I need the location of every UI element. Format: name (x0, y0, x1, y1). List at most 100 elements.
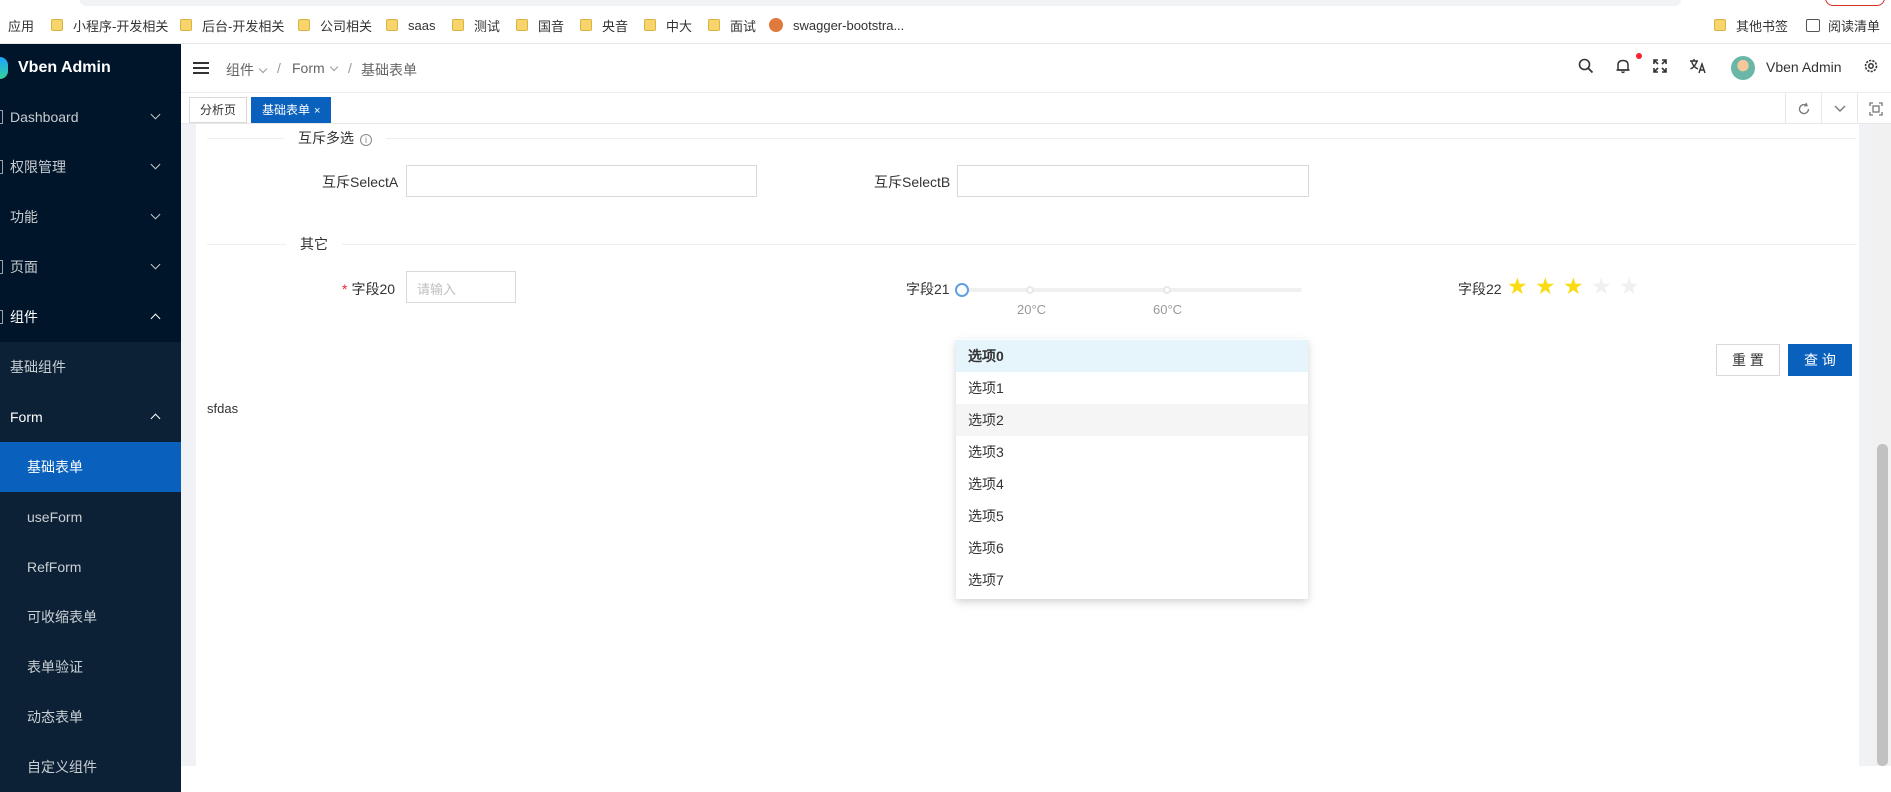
dropdown-option[interactable]: 选项1 (956, 372, 1308, 404)
slider-mark-label: 60°C (1153, 302, 1183, 317)
browser-update-button[interactable] (1825, 0, 1885, 6)
search-button[interactable]: 查 询 (1788, 344, 1852, 376)
folder-icon (298, 19, 310, 31)
chevron-down-icon (329, 62, 338, 71)
refresh-icon[interactable] (1785, 93, 1821, 124)
bookmark-folder[interactable]: 国音 (516, 15, 564, 35)
bell-icon[interactable] (1613, 58, 1633, 78)
select-b-input[interactable] (957, 165, 1309, 197)
slider-rail[interactable] (962, 288, 1302, 292)
bookmark-folder[interactable]: 中大 (644, 15, 692, 35)
folder-icon (51, 19, 63, 31)
bookmark-folder[interactable]: 公司相关 (298, 15, 372, 35)
folder-icon (708, 19, 720, 31)
dropdown-option[interactable]: 选项7 (956, 564, 1308, 596)
sidebar-item-basic-components[interactable]: 基础组件 (0, 342, 181, 392)
reading-list[interactable]: 阅读清单 (1806, 15, 1880, 35)
sidebar-item-basic-form[interactable]: 基础表单 (0, 442, 181, 492)
sidebar: Vben Admin Dashboard 权限管理 功能 页面 组件 基础组件 … (0, 44, 181, 792)
avatar[interactable] (1731, 56, 1755, 80)
other-bookmarks[interactable]: 其他书签 (1714, 15, 1788, 35)
slider-mark-dot (1163, 286, 1171, 294)
chevron-down-icon[interactable] (1821, 93, 1857, 124)
username[interactable]: Vben Admin (1766, 59, 1842, 75)
dropdown-option[interactable]: 选项2 (956, 404, 1308, 436)
breadcrumb-separator: / (277, 60, 281, 76)
maximize-icon[interactable] (1857, 93, 1891, 124)
folder-icon (1714, 19, 1726, 31)
chevron-down-icon (150, 109, 161, 120)
dropdown-option[interactable]: 选项5 (956, 500, 1308, 532)
reset-button[interactable]: 重 置 (1716, 344, 1780, 376)
bookmark-folder[interactable]: 测试 (452, 15, 500, 35)
bookmark-folder[interactable]: saas (386, 15, 435, 35)
bookmark-folder[interactable]: 面试 (708, 15, 756, 35)
chevron-down-icon (150, 209, 161, 220)
footer-text: sfdas (207, 401, 239, 416)
sidebar-item-page[interactable]: 页面 (0, 242, 181, 292)
star-icon[interactable]: ★ (1591, 275, 1612, 298)
star-icon[interactable]: ★ (1619, 275, 1640, 298)
info-icon[interactable]: i (360, 134, 372, 146)
folder-icon (644, 19, 656, 31)
breadcrumb-separator: / (348, 60, 352, 76)
dashboard-icon (0, 110, 3, 124)
sidebar-item-form-validation[interactable]: 表单验证 (0, 642, 181, 692)
star-icon[interactable]: ★ (1563, 275, 1584, 298)
bookmarks-bar: 应用 小程序-开发相关 后台-开发相关 公司相关 saas 测试 国音 央音 中… (0, 0, 1891, 44)
components-icon (0, 310, 3, 324)
scrollbar-thumb[interactable] (1877, 444, 1888, 766)
section-divider (207, 138, 1857, 139)
sidebar-item-dashboard[interactable]: Dashboard (0, 92, 181, 142)
chevron-down-icon (150, 159, 161, 170)
slider-handle[interactable] (955, 283, 969, 297)
folder-icon (580, 19, 592, 31)
bookmark-apps[interactable]: 应用 (8, 15, 34, 35)
top-header: 组件 / Form / 基础表单 Vben Admin (181, 44, 1891, 92)
select-dropdown: 选项0 选项1 选项2 选项3 选项4 选项5 选项6 选项7 (956, 339, 1308, 599)
dropdown-option[interactable]: 选项0 (956, 340, 1308, 372)
settings-icon[interactable] (1861, 58, 1881, 78)
breadcrumb-item[interactable]: Form (292, 60, 338, 76)
section-title-mutex: 互斥多选 i (284, 128, 386, 148)
sidebar-item-feature[interactable]: 功能 (0, 192, 181, 242)
tab-basic-form[interactable]: 基础表单 × (251, 97, 332, 123)
dropdown-option[interactable]: 选项4 (956, 468, 1308, 500)
address-bar-edge (80, 0, 1681, 6)
translate-icon[interactable] (1688, 58, 1708, 78)
sidebar-item-permission[interactable]: 权限管理 (0, 142, 181, 192)
sidebar-item-refform[interactable]: RefForm (0, 542, 181, 592)
breadcrumb-item[interactable]: 组件 (226, 60, 268, 80)
field20-input[interactable]: 请输入 (406, 271, 516, 303)
menu-fold-icon[interactable] (193, 62, 209, 74)
close-icon[interactable]: × (314, 105, 320, 117)
tab-bar: 分析页 基础表单 × (181, 92, 1891, 124)
folder-icon (452, 19, 464, 31)
dropdown-option[interactable]: 选项3 (956, 436, 1308, 468)
tab-analysis[interactable]: 分析页 (189, 97, 248, 123)
chevron-up-icon (150, 413, 161, 424)
sidebar-item-dynamic-form[interactable]: 动态表单 (0, 692, 181, 742)
permission-icon (0, 160, 3, 174)
star-icon[interactable]: ★ (1507, 275, 1528, 298)
star-icon[interactable]: ★ (1535, 275, 1556, 298)
sidebar-item-form[interactable]: Form (0, 392, 181, 442)
fullscreen-icon[interactable] (1650, 58, 1670, 78)
search-icon[interactable] (1576, 58, 1596, 78)
dropdown-option[interactable]: 选项6 (956, 532, 1308, 564)
section-divider (207, 244, 1857, 245)
bookmark-folder[interactable]: 央音 (580, 15, 628, 35)
bookmark-link[interactable]: swagger-bootstra... (769, 15, 904, 35)
sidebar-item-useform[interactable]: useForm (0, 492, 181, 542)
notification-dot (1636, 53, 1642, 59)
field20-label: * 字段20 (342, 281, 396, 297)
bookmark-folder[interactable]: 后台-开发相关 (180, 15, 284, 35)
select-a-input[interactable] (406, 165, 757, 197)
bookmark-folder[interactable]: 小程序-开发相关 (51, 15, 168, 35)
select-b-label: 互斥SelectB (874, 174, 951, 190)
sidebar-item-custom-component[interactable]: 自定义组件 (0, 742, 181, 792)
app-logo[interactable]: Vben Admin (0, 44, 181, 92)
reading-list-icon (1806, 18, 1820, 32)
sidebar-item-components[interactable]: 组件 (0, 292, 181, 342)
sidebar-item-collapsible-form[interactable]: 可收缩表单 (0, 592, 181, 642)
